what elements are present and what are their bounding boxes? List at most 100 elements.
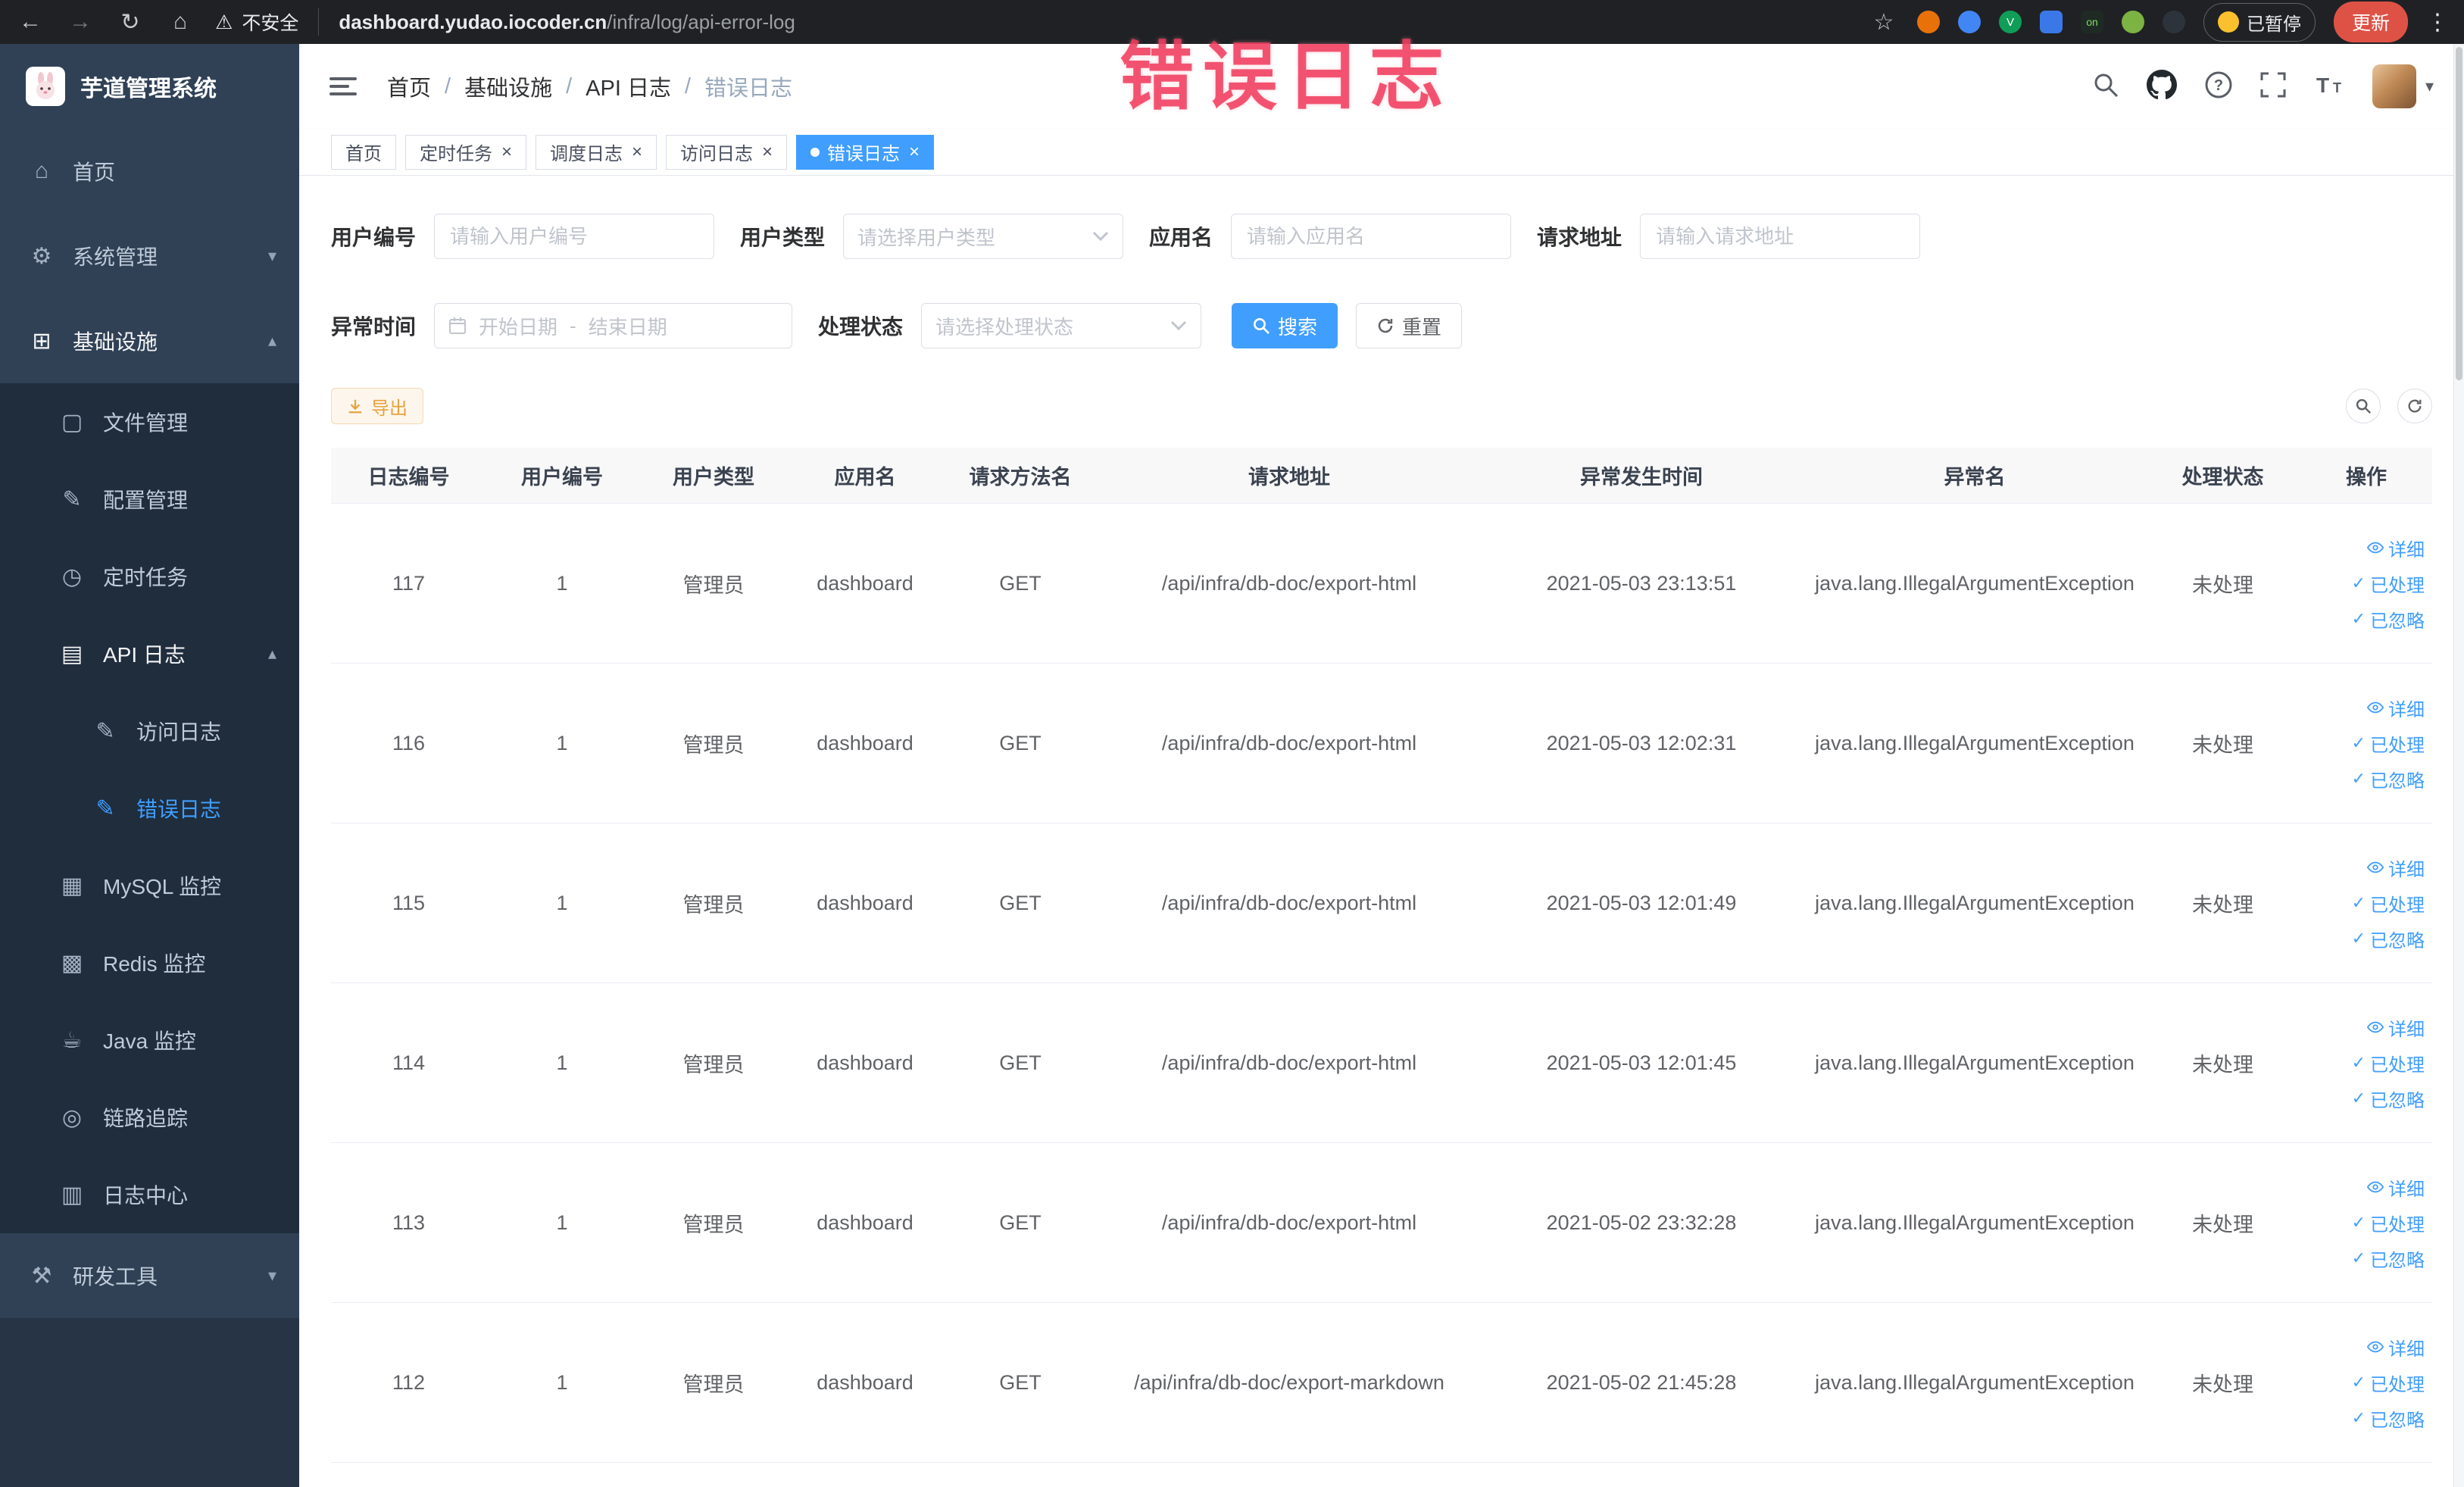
cell-status: 未处理 <box>2192 733 2253 757</box>
mark-ignored-link[interactable]: ✓ 已忽略 <box>2352 1405 2425 1432</box>
detail-link[interactable]: 详细 <box>2367 1334 2425 1360</box>
extension-icon-blue-drop[interactable] <box>1957 11 1981 33</box>
mark-ignored-link[interactable]: ✓ 已忽略 <box>2352 926 2425 952</box>
close-icon[interactable]: × <box>909 142 920 163</box>
sidebar-item-trace[interactable]: ◎ 链路追踪 <box>0 1079 299 1156</box>
extension-icon-blue-grid[interactable] <box>2039 11 2063 33</box>
cell-log-id: 114 <box>392 1051 426 1074</box>
update-button[interactable]: 更新 <box>2333 2 2408 42</box>
sidebar-item-mysql-monitor[interactable]: ▦ MySQL 监控 <box>0 847 299 924</box>
sidebar-item-dev-tools[interactable]: ⚒ 研发工具 ▾ <box>0 1233 299 1318</box>
close-icon[interactable]: × <box>762 142 773 163</box>
tab-label: 首页 <box>345 144 382 164</box>
mark-processed-link[interactable]: ✓ 已处理 <box>2352 890 2425 917</box>
mark-ignored-link[interactable]: ✓ 已忽略 <box>2352 606 2425 633</box>
sidebar-item-label: 基础设施 <box>73 330 158 354</box>
cell-user-id: 1 <box>556 1211 568 1234</box>
breadcrumb-item[interactable]: 首页 <box>387 70 431 102</box>
browser-forward-icon[interactable]: → <box>65 9 95 35</box>
help-icon[interactable]: ? <box>2204 70 2233 103</box>
fullscreen-icon[interactable] <box>2260 72 2286 102</box>
sidebar-item-infra[interactable]: ⊞ 基础设施 ▴ <box>0 298 299 383</box>
detail-link[interactable]: 详细 <box>2367 1014 2425 1041</box>
mark-ignored-link[interactable]: ✓ 已忽略 <box>2352 1086 2425 1112</box>
refresh-table-button[interactable] <box>2397 389 2432 423</box>
browser-home-icon[interactable]: ⌂ <box>165 9 195 35</box>
scrollbar[interactable] <box>2453 44 2464 1487</box>
cell-exception-name: java.lang.IllegalArgumentException <box>1815 731 2135 754</box>
detail-link[interactable]: 详细 <box>2367 854 2425 881</box>
sidebar-item-api-log[interactable]: ▤ API 日志 ▴ <box>0 615 299 692</box>
request-url-input[interactable] <box>1640 214 1921 259</box>
extension-icon-green-v[interactable]: V <box>1998 11 2022 33</box>
mark-processed-link[interactable]: ✓ 已处理 <box>2352 570 2425 597</box>
mark-ignored-link[interactable]: ✓ 已忽略 <box>2352 1245 2425 1272</box>
process-status-select[interactable]: 请选择处理状态 <box>921 303 1202 348</box>
tab-schedule-log[interactable]: 调度日志 × <box>536 134 657 170</box>
hamburger-icon[interactable] <box>329 74 357 98</box>
sidebar-item-config-manage[interactable]: ✎ 配置管理 <box>0 461 299 538</box>
tab-access-log[interactable]: 访问日志 × <box>666 134 788 170</box>
extension-icon-orange[interactable] <box>1916 11 1940 33</box>
eye-icon <box>2367 861 2384 873</box>
breadcrumb-item[interactable]: API 日志 <box>586 70 671 102</box>
mark-ignored-link[interactable]: ✓ 已忽略 <box>2352 766 2425 792</box>
sidebar-item-home[interactable]: ⌂ 首页 <box>0 129 299 214</box>
site-security-info[interactable]: ⚠ 不安全 <box>215 8 320 36</box>
extension-icon-leaf[interactable] <box>2121 11 2144 33</box>
app-logo[interactable]: 芋道管理系统 <box>0 44 299 129</box>
user-type-select[interactable]: 请选择用户类型 <box>843 214 1124 259</box>
mark-processed-link[interactable]: ✓ 已处理 <box>2352 1050 2425 1076</box>
sidebar-item-access-log[interactable]: ✎ 访问日志 <box>0 692 299 770</box>
breadcrumb: 首页 / 基础设施 / API 日志 / 错误日志 <box>387 70 792 102</box>
extension-icon-dark[interactable] <box>2162 11 2185 33</box>
mark-processed-link[interactable]: ✓ 已处理 <box>2352 1210 2425 1236</box>
address-bar[interactable]: dashboard.yudao.iocoder.cn /infra/log/ap… <box>339 11 795 34</box>
sidebar-item-log-center[interactable]: ▥ 日志中心 <box>0 1156 299 1233</box>
tab-cron-job[interactable]: 定时任务 × <box>405 134 527 170</box>
user-id-input[interactable] <box>434 214 715 259</box>
tab-error-log[interactable]: 错误日志 × <box>796 134 935 170</box>
sidebar-item-cron-job[interactable]: ◷ 定时任务 <box>0 538 299 615</box>
close-icon[interactable]: × <box>632 142 642 163</box>
mark-processed-link[interactable]: ✓ 已处理 <box>2352 730 2425 757</box>
close-icon[interactable]: × <box>501 142 512 163</box>
sidebar-item-java-monitor[interactable]: ☕ Java 监控 <box>0 1001 299 1079</box>
cell-app-name: dashboard <box>817 1370 913 1394</box>
search-icon[interactable] <box>2092 71 2119 102</box>
paused-badge[interactable]: 已暂停 <box>2203 2 2316 42</box>
github-icon[interactable] <box>2146 69 2177 104</box>
bookmark-star-icon[interactable]: ☆ <box>1869 9 1899 36</box>
tab-home[interactable]: 首页 <box>331 134 396 170</box>
search-button[interactable]: 搜索 <box>1232 303 1338 348</box>
date-range-picker[interactable]: 开始日期 - 结束日期 <box>434 303 793 348</box>
scrollbar-thumb[interactable] <box>2456 47 2462 380</box>
app-name-input[interactable] <box>1231 214 1512 259</box>
sidebar-item-error-log[interactable]: ✎ 错误日志 <box>0 770 299 847</box>
cell-actions: 详细 ✓ 已处理 ✓ 已忽略 <box>2300 1014 2432 1112</box>
table-row: 113 1 管理员 dashboard GET /api/infra/db-do… <box>331 1143 2432 1303</box>
cell-actions: 详细 ✓ 已处理 ✓ 已忽略 <box>2300 1334 2432 1432</box>
browser-back-icon[interactable]: ← <box>15 9 45 35</box>
sidebar-item-file-manage[interactable]: ▢ 文件管理 <box>0 383 299 461</box>
refresh-icon <box>2408 399 2422 413</box>
sidebar-item-redis-monitor[interactable]: ▩ Redis 监控 <box>0 924 299 1001</box>
detail-link[interactable]: 详细 <box>2367 535 2425 561</box>
infrastructure-icon: ⊞ <box>32 328 52 354</box>
toggle-search-button[interactable] <box>2346 389 2381 423</box>
mark-processed-link[interactable]: ✓ 已处理 <box>2352 1370 2425 1396</box>
browser-menu-icon[interactable]: ⋮ <box>2426 9 2449 36</box>
breadcrumb-item[interactable]: 基础设施 <box>464 70 552 102</box>
check-icon: ✓ <box>2351 1213 2366 1232</box>
user-menu[interactable]: ▾ <box>2372 64 2434 108</box>
font-size-icon[interactable]: T T <box>2313 71 2345 102</box>
browser-reload-icon[interactable]: ↻ <box>115 9 145 36</box>
extension-icon-on-badge[interactable]: on <box>2080 11 2103 33</box>
export-button[interactable]: 导出 <box>331 388 423 424</box>
processed-label: 已处理 <box>2370 735 2425 756</box>
sidebar-item-system[interactable]: ⚙ 系统管理 ▾ <box>0 214 299 298</box>
warning-icon: ⚠ <box>215 10 233 33</box>
reset-button[interactable]: 重置 <box>1356 303 1463 348</box>
detail-link[interactable]: 详细 <box>2367 695 2425 721</box>
detail-link[interactable]: 详细 <box>2367 1174 2425 1201</box>
